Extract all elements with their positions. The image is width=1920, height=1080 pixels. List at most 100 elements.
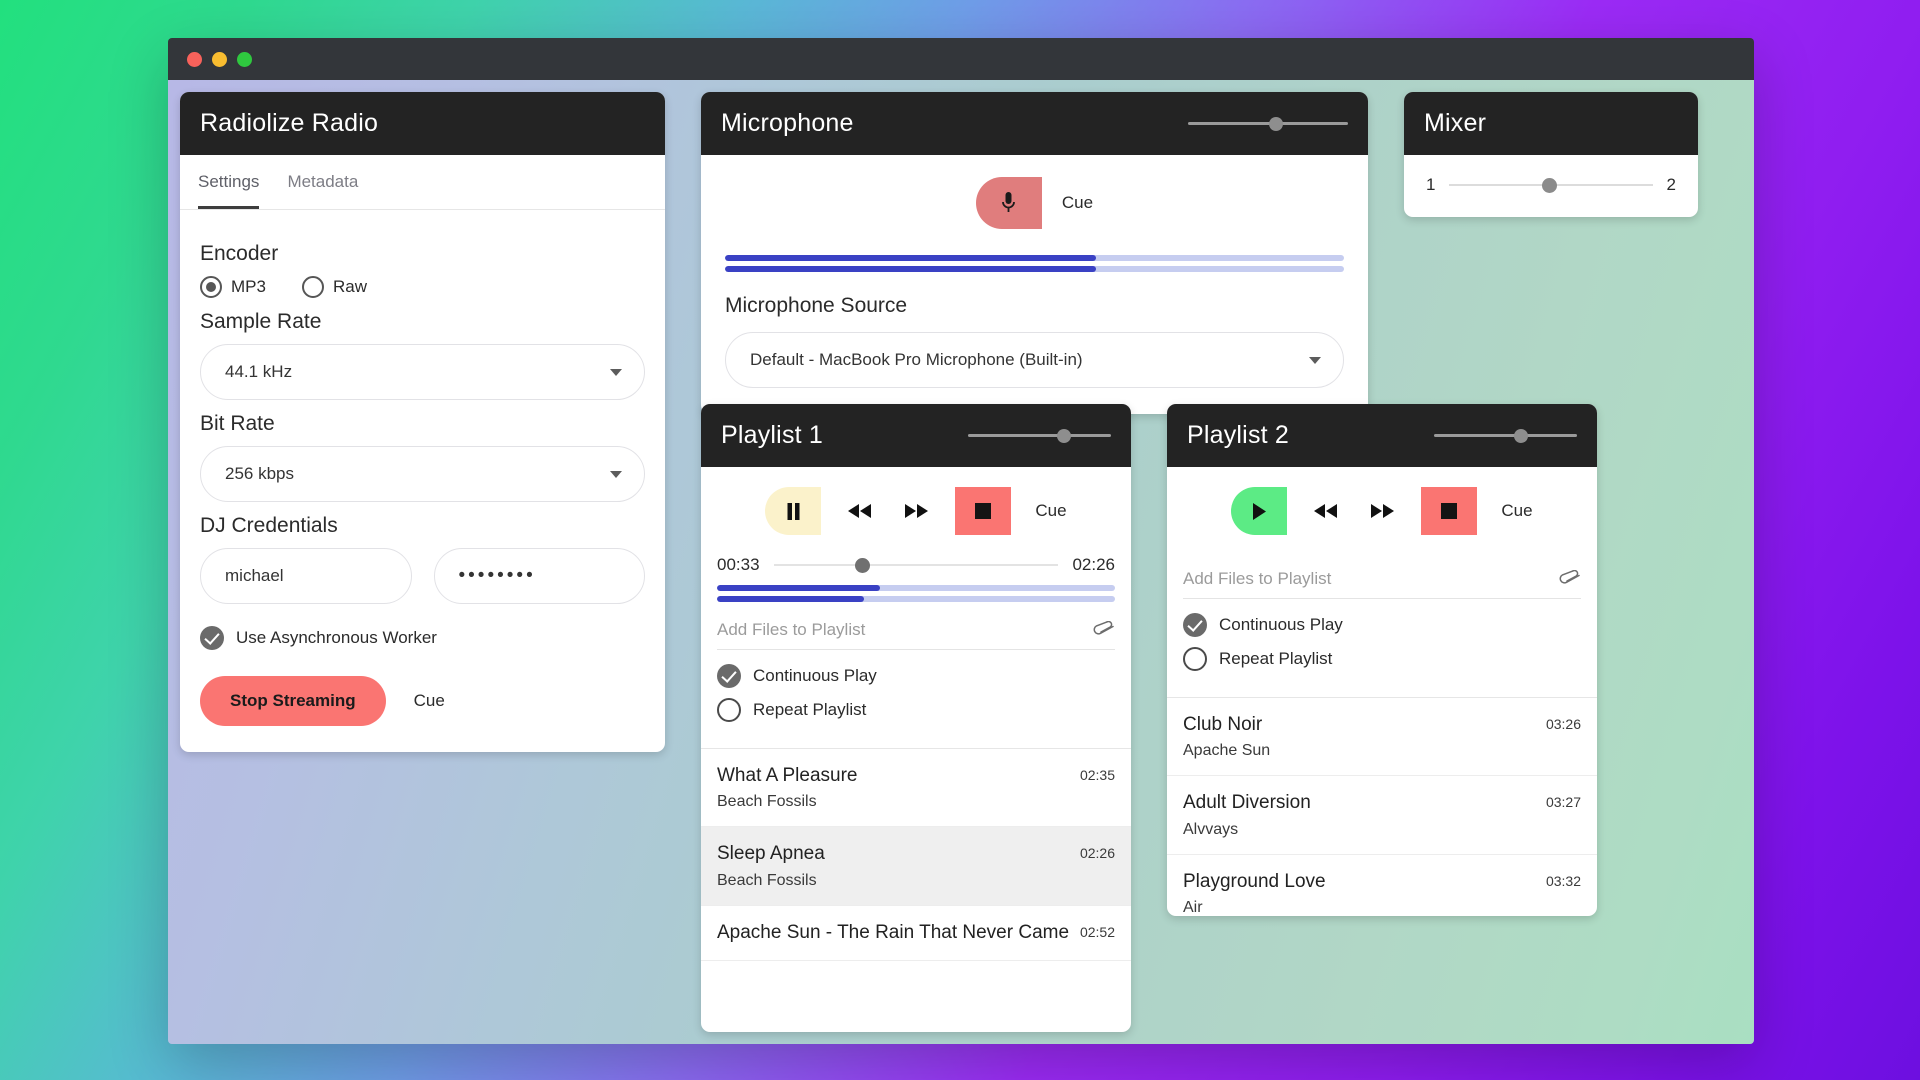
- checkbox-checked-icon: [717, 664, 741, 688]
- mixer-panel-header: Mixer: [1404, 92, 1698, 155]
- playlist1-level-meters: [701, 575, 1131, 602]
- playlist2-play-button[interactable]: [1231, 487, 1288, 535]
- playlist1-add-files-label: Add Files to Playlist: [717, 620, 866, 639]
- pause-icon: [787, 502, 800, 520]
- chevron-down-icon: [1309, 356, 1321, 364]
- async-worker-checkbox[interactable]: Use Asynchronous Worker: [200, 626, 645, 650]
- microphone-panel: Microphone Cue Microphone Source Default…: [701, 92, 1368, 414]
- dj-password-field[interactable]: ••••••••: [433, 548, 645, 604]
- slider-knob[interactable]: [1056, 428, 1071, 443]
- window-close-button[interactable]: [187, 51, 202, 67]
- playlist2-cue-label[interactable]: Cue: [1501, 501, 1532, 521]
- paperclip-icon[interactable]: [1093, 620, 1115, 640]
- settings-panel-header: Radiolize Radio: [180, 92, 665, 155]
- playlist1-continuous-play[interactable]: Continuous Play: [717, 664, 1115, 688]
- playlist1-repeat-playlist[interactable]: Repeat Playlist: [717, 698, 1115, 722]
- track-duration: 02:52: [1079, 923, 1115, 940]
- table-row[interactable]: Club Noir Apache Sun 03:26: [1167, 698, 1597, 777]
- microphone-controls: Cue: [725, 177, 1344, 229]
- playlist1-header: Playlist 1: [701, 404, 1131, 467]
- playlist2-add-files[interactable]: Add Files to Playlist: [1183, 569, 1581, 599]
- playlist1-track-list: What A Pleasure Beach Fossils 02:35 Slee…: [701, 748, 1131, 961]
- playlist2-repeat-playlist-label: Repeat Playlist: [1219, 649, 1333, 668]
- window-zoom-button[interactable]: [237, 51, 252, 67]
- playlist1-transport: Cue: [701, 467, 1131, 551]
- playlist2-forward-button[interactable]: [1365, 494, 1399, 528]
- microphone-cue-label[interactable]: Cue: [1062, 193, 1093, 213]
- tab-metadata[interactable]: Metadata: [287, 155, 358, 209]
- playlist1-continuous-play-label: Continuous Play: [753, 666, 877, 685]
- checkbox-checked-icon: [200, 626, 224, 650]
- dj-username-field[interactable]: michael: [200, 548, 412, 604]
- playlist2-track-list: Club Noir Apache Sun 03:26 Adult Diversi…: [1167, 697, 1597, 916]
- playlist1-meter-right: [717, 596, 1115, 602]
- playlist1-pause-button[interactable]: [765, 487, 822, 535]
- playlist2-stop-button[interactable]: [1421, 487, 1478, 535]
- slider-knob[interactable]: [1541, 177, 1557, 193]
- microphone-source-select[interactable]: Default - MacBook Pro Microphone (Built-…: [725, 332, 1344, 388]
- track-artist: Air: [1183, 898, 1203, 916]
- sample-rate-label: Sample Rate: [200, 310, 322, 333]
- playlist1-add-files[interactable]: Add Files to Playlist: [717, 620, 1115, 650]
- slider-knob[interactable]: [854, 557, 870, 573]
- microphone-level-meters: [725, 255, 1344, 272]
- encoder-label: Encoder: [200, 242, 279, 265]
- window-titlebar: [168, 38, 1754, 80]
- stop-streaming-button[interactable]: Stop Streaming: [200, 676, 386, 726]
- track-title: Sleep Apnea: [717, 843, 825, 865]
- settings-cue-label[interactable]: Cue: [414, 691, 445, 711]
- async-worker-label: Use Asynchronous Worker: [236, 628, 437, 647]
- table-row[interactable]: Sleep Apnea Beach Fossils 02:26: [701, 827, 1131, 906]
- tab-settings[interactable]: Settings: [198, 155, 260, 209]
- playlist1-meter-left: [717, 585, 1115, 591]
- track-duration: 03:32: [1545, 872, 1581, 889]
- microphone-meter-left: [725, 255, 1344, 261]
- encoder-radio-group: MP3 Raw: [200, 276, 645, 298]
- playlist1-title: Playlist 1: [721, 421, 824, 449]
- stop-icon: [975, 503, 992, 519]
- stream-actions: Stop Streaming Cue: [200, 676, 645, 726]
- fast-forward-icon: [905, 504, 929, 518]
- playlist2-volume-slider[interactable]: [1434, 427, 1577, 445]
- bit-rate-select[interactable]: 256 kbps: [200, 446, 645, 502]
- mixer-crossfader[interactable]: [1449, 176, 1653, 194]
- checkbox-unchecked-icon: [717, 698, 741, 722]
- mixer-left-label: 1: [1426, 175, 1436, 194]
- page-title: Radiolize Radio: [200, 109, 379, 137]
- encoder-option-mp3[interactable]: MP3: [200, 276, 266, 298]
- playlist1-cue-label[interactable]: Cue: [1035, 501, 1066, 521]
- playlist2-rewind-button[interactable]: [1309, 494, 1343, 528]
- microphone-volume-slider[interactable]: [1188, 115, 1348, 133]
- playlist1-seek-slider[interactable]: [773, 556, 1059, 574]
- slider-track: [968, 434, 1111, 437]
- encoder-option-raw[interactable]: Raw: [301, 276, 367, 298]
- playlist1-duration: 02:26: [1072, 555, 1115, 574]
- table-row[interactable]: Adult Diversion Alvvays 03:27: [1167, 776, 1597, 855]
- track-title: Playground Love: [1183, 870, 1326, 892]
- table-row[interactable]: Apache Sun - The Rain That Never Came 02…: [701, 906, 1131, 961]
- microphone-icon: [1002, 192, 1016, 212]
- radio-settings-panel: Radiolize Radio Settings Metadata Encode…: [180, 92, 665, 752]
- playlist2-transport: Cue: [1167, 467, 1597, 551]
- table-row[interactable]: What A Pleasure Beach Fossils 02:35: [701, 749, 1131, 828]
- mixer-right-label: 2: [1666, 175, 1676, 194]
- playlist2-repeat-playlist[interactable]: Repeat Playlist: [1183, 647, 1581, 671]
- playlist1-rewind-button[interactable]: [843, 494, 877, 528]
- microphone-record-button[interactable]: [975, 177, 1042, 229]
- microphone-source-label: Microphone Source: [725, 294, 908, 317]
- window-minimize-button[interactable]: [212, 51, 227, 67]
- table-row[interactable]: Playground Love Air 03:32: [1167, 855, 1597, 916]
- paperclip-icon[interactable]: [1559, 569, 1581, 589]
- rewind-icon: [1314, 504, 1338, 518]
- track-artist: Apache Sun: [1183, 742, 1271, 760]
- mixer-body: 1 2: [1404, 155, 1698, 217]
- chevron-down-icon: [610, 368, 622, 376]
- playlist1-volume-slider[interactable]: [968, 427, 1111, 445]
- track-duration: 03:26: [1545, 716, 1581, 732]
- playlist1-forward-button[interactable]: [899, 494, 933, 528]
- slider-knob[interactable]: [1514, 428, 1529, 443]
- sample-rate-select[interactable]: 44.1 kHz: [200, 344, 645, 400]
- playlist2-continuous-play[interactable]: Continuous Play: [1183, 613, 1581, 637]
- playlist1-stop-button[interactable]: [955, 487, 1012, 535]
- slider-knob[interactable]: [1269, 116, 1283, 131]
